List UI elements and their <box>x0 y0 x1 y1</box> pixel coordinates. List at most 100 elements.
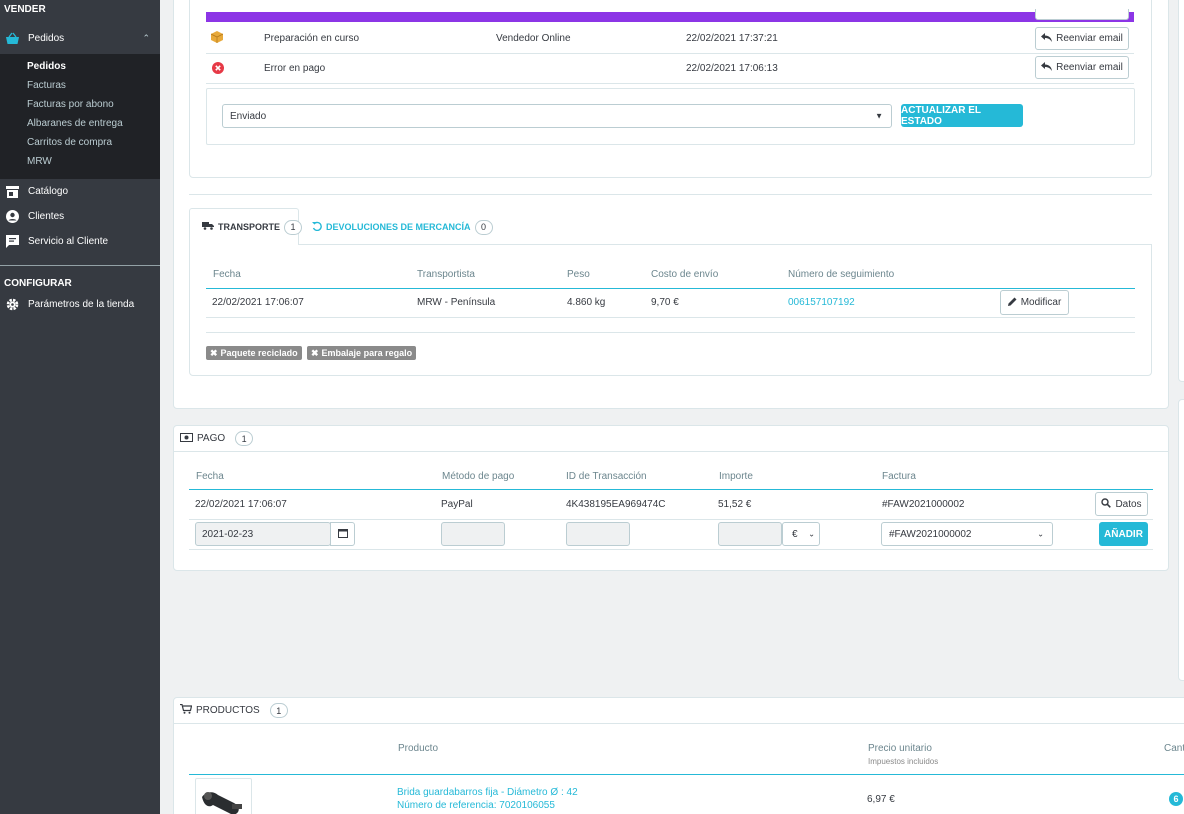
tracking-number-link[interactable]: 006157107192 <box>788 297 855 308</box>
reply-icon <box>1041 61 1053 74</box>
sidebar-item-catalog-label: Catálogo <box>28 186 69 197</box>
payment-title-label: PAGO <box>197 433 226 444</box>
row-divider <box>206 83 1134 84</box>
side-panel <box>1178 0 1184 382</box>
products-header-price-note: Impuestos incluidos <box>868 757 939 766</box>
shipping-cost: 9,70 € <box>651 297 679 308</box>
row-divider <box>206 53 1134 54</box>
recycled-package-label: Paquete reciclado <box>220 348 298 358</box>
status-select[interactable]: Enviado ▼ <box>222 104 892 128</box>
sidebar-subitem-orders[interactable]: Pedidos <box>0 57 160 76</box>
shipping-weight: 4.860 kg <box>567 297 606 308</box>
shipping-header-cost: Costo de envío <box>651 269 719 280</box>
sidebar-submenu: Pedidos Facturas Facturas por abono Alba… <box>0 54 160 179</box>
product-reference: Número de referencia: 7020106055 <box>397 800 555 811</box>
transaction-id-input[interactable] <box>566 522 630 546</box>
sidebar-item-shop-parameters[interactable]: Parámetros de la tienda <box>0 292 160 317</box>
card-header-divider <box>174 723 1184 724</box>
status-name: Error en pago <box>264 63 326 74</box>
status-date: 22/02/2021 17:06:13 <box>686 63 778 74</box>
status-employee: Vendedor Online <box>496 33 571 44</box>
shopping-basket-icon <box>4 30 20 46</box>
sidebar-divider <box>0 265 160 266</box>
payment-header-amount: Importe <box>719 471 753 482</box>
row-divider <box>206 317 1135 318</box>
sidebar-item-customer-service[interactable]: Servicio al Cliente <box>0 229 160 254</box>
tab-returns[interactable]: DEVOLUCIONES DE MERCANCÍA 0 <box>312 217 493 237</box>
status-select-value: Enviado <box>230 110 267 122</box>
calendar-button[interactable] <box>330 522 355 546</box>
sidebar-item-orders[interactable]: Pedidos ⌃ <box>0 22 160 54</box>
sidebar-subitem-credit-slips[interactable]: Facturas por abono <box>0 95 160 114</box>
resend-email-button[interactable]: Reenviar email <box>1035 27 1129 50</box>
payment-title: PAGO 1 <box>180 431 254 446</box>
table-header-divider <box>189 489 1153 490</box>
resend-email-label: Reenviar email <box>1056 33 1123 44</box>
sidebar-item-customer-service-label: Servicio al Cliente <box>28 236 109 247</box>
chevron-up-icon[interactable]: ⌃ <box>142 33 150 44</box>
payment-header-invoice: Factura <box>882 471 916 482</box>
row-divider <box>189 549 1153 550</box>
sidebar-item-customers-label: Clientes <box>28 211 65 222</box>
sidebar-subitem-mrw[interactable]: MRW <box>0 152 160 171</box>
sidebar-item-catalog[interactable]: Catálogo <box>0 179 160 204</box>
gift-wrapping-tag: ✖ Embalaje para regalo <box>307 346 417 360</box>
products-title-label: PRODUCTOS <box>196 705 260 716</box>
payment-method-input[interactable] <box>441 522 505 546</box>
money-icon <box>180 432 193 445</box>
product-name-link[interactable]: Brida guardabarros fija - Diámetro Ø : 4… <box>397 787 578 798</box>
row-divider <box>189 519 1153 520</box>
status-icon-error <box>212 62 224 77</box>
undo-icon <box>312 221 322 234</box>
shipping-header-carrier: Transportista <box>417 269 475 280</box>
shipping-date: 22/02/2021 17:06:07 <box>212 297 304 308</box>
products-header-quantity: Cant <box>1164 743 1184 754</box>
amount-input[interactable] <box>718 522 782 546</box>
payment-invoice: #FAW2021000002 <box>882 499 965 510</box>
currency-value: € <box>792 528 798 540</box>
shopping-cart-icon <box>180 703 193 717</box>
calendar-icon <box>337 528 348 541</box>
payment-details-label: Datos <box>1115 498 1142 510</box>
sidebar-subitem-invoices[interactable]: Facturas <box>0 76 160 95</box>
products-card <box>173 697 1184 814</box>
sidebar-item-orders-label: Pedidos <box>28 32 65 44</box>
payment-header-transaction: ID de Transacción <box>566 471 647 482</box>
product-quantity-badge: 6 <box>1169 792 1183 806</box>
close-icon: ✖ <box>311 347 319 358</box>
payment-transaction-id: 4K438195EA969474C <box>566 499 666 510</box>
products-title: PRODUCTOS 1 <box>180 703 288 718</box>
table-header-divider <box>206 288 1135 289</box>
product-unit-price: 6,97 € <box>867 794 895 805</box>
payment-date-value: 2021-02-23 <box>202 528 254 540</box>
search-icon <box>1101 497 1112 511</box>
sidebar-item-customers[interactable]: Clientes <box>0 204 160 229</box>
table-header-divider <box>189 774 1184 775</box>
tab-transport-label: TRANSPORTE <box>218 222 281 232</box>
current-status-button[interactable] <box>1035 9 1129 20</box>
invoice-select-value: #FAW2021000002 <box>889 528 972 540</box>
tab-returns-count: 0 <box>474 219 493 235</box>
payment-details-button[interactable]: Datos <box>1095 492 1148 516</box>
account-circle-icon <box>4 209 20 225</box>
gear-icon <box>4 297 20 313</box>
tab-transport[interactable]: TRANSPORTE 1 <box>189 208 303 245</box>
products-header-product: Producto <box>398 743 439 754</box>
sidebar-section-configure: CONFIGURAR <box>4 278 72 289</box>
currency-select[interactable]: € ⌄ <box>782 522 820 546</box>
sidebar-section-sell: VENDER <box>4 4 46 15</box>
sidebar-subitem-delivery-slips[interactable]: Albaranes de entrega <box>0 114 160 133</box>
resend-email-label: Reenviar email <box>1056 62 1123 73</box>
update-status-button[interactable]: ACTUALIZAR EL ESTADO <box>901 104 1023 127</box>
sidebar-subitem-carts[interactable]: Carritos de compra <box>0 133 160 152</box>
add-payment-button[interactable]: AÑADIR <box>1099 522 1148 546</box>
invoice-select[interactable]: #FAW2021000002 ⌄ <box>881 522 1053 546</box>
side-panel <box>1178 399 1184 681</box>
edit-shipping-button[interactable]: Modificar <box>1000 290 1069 315</box>
resend-email-button[interactable]: Reenviar email <box>1035 56 1129 79</box>
product-image <box>195 778 252 814</box>
reply-icon <box>1041 32 1053 45</box>
payment-date-input[interactable]: 2021-02-23 <box>195 522 331 546</box>
shipping-carrier: MRW - Península <box>417 297 496 308</box>
caret-down-icon: ▼ <box>875 111 883 121</box>
